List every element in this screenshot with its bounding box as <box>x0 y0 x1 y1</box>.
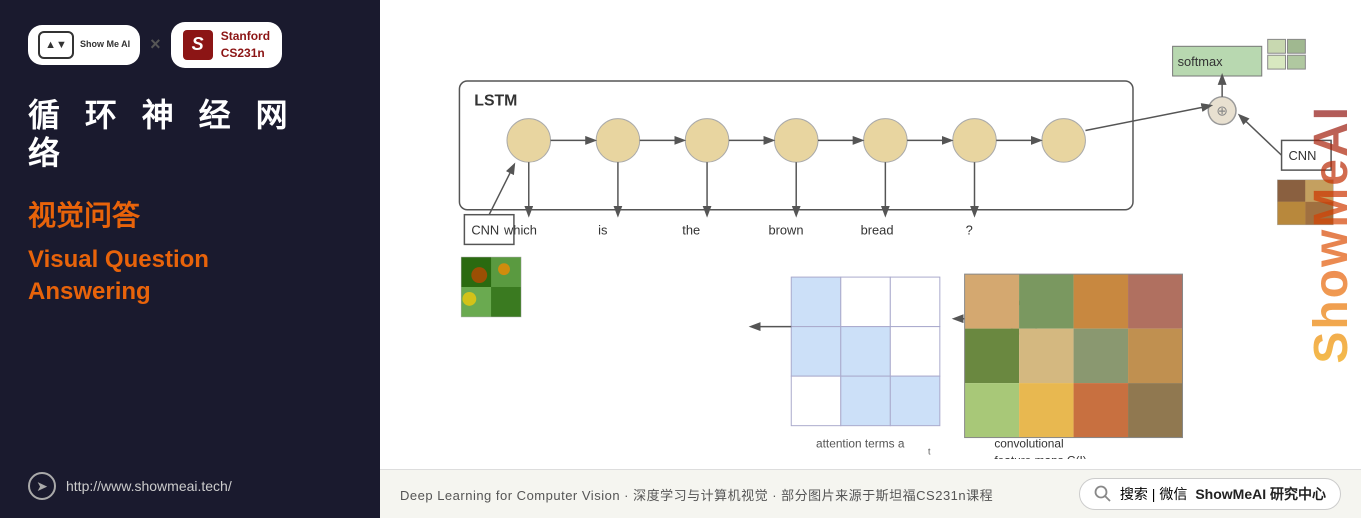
subtitle-chinese: 视觉问答 <box>28 194 352 234</box>
svg-text:is: is <box>598 223 607 238</box>
svg-text:LSTM: LSTM <box>474 93 517 110</box>
svg-text:CNN: CNN <box>1289 148 1317 163</box>
stanford-s-icon: S <box>183 30 213 60</box>
showmeai-logo-badge: ▲▼ Show Me AI <box>28 25 140 65</box>
main-title: 循 环 神 经 网 络 <box>28 96 352 173</box>
diagram-area: LSTM softmax <box>380 0 1361 469</box>
svg-text:⊕: ⊕ <box>1216 103 1228 119</box>
svg-text:convolutional: convolutional <box>994 436 1063 450</box>
website-link[interactable]: ➤ http://www.showmeai.tech/ <box>28 472 352 500</box>
footer-text: Deep Learning for Computer Vision · 深度学习… <box>400 485 993 504</box>
search-icon <box>1094 485 1112 503</box>
svg-text:the: the <box>682 223 700 238</box>
arrow-icon: ➤ <box>28 472 56 500</box>
footer-bar: Deep Learning for Computer Vision · 深度学习… <box>380 469 1361 518</box>
svg-text:bread: bread <box>861 223 894 238</box>
stanford-badge: S Stanford CS231n <box>171 22 282 68</box>
right-panel: LSTM softmax <box>380 0 1361 518</box>
svg-text:softmax: softmax <box>1178 54 1224 69</box>
stanford-text: Stanford CS231n <box>221 28 270 62</box>
svg-text:?: ? <box>966 223 973 238</box>
left-panel: ▲▼ Show Me AI × S Stanford CS231n 循 环 神 … <box>0 0 380 518</box>
url-text: http://www.showmeai.tech/ <box>66 478 232 494</box>
x-separator: × <box>150 34 161 55</box>
showmeai-text: Show Me AI <box>80 39 130 51</box>
svg-text:CNN: CNN <box>471 223 499 238</box>
search-label: 搜索 | 微信 <box>1120 484 1187 504</box>
search-box[interactable]: 搜索 | 微信 ShowMeAI 研究中心 <box>1079 478 1341 510</box>
svg-text:feature maps C(I): feature maps C(I) <box>994 453 1086 459</box>
logo-bar: ▲▼ Show Me AI × S Stanford CS231n <box>28 22 352 68</box>
vqa-diagram: LSTM softmax <box>400 10 1341 459</box>
svg-text:which: which <box>503 223 537 238</box>
subtitle-english: Visual Question Answering <box>28 244 352 306</box>
svg-text:attention terms a: attention terms a <box>816 436 905 450</box>
svg-text:t: t <box>928 446 931 456</box>
svg-text:brown: brown <box>768 223 803 238</box>
search-brand: ShowMeAI 研究中心 <box>1195 484 1326 504</box>
showmeai-icon: ▲▼ <box>38 31 74 59</box>
